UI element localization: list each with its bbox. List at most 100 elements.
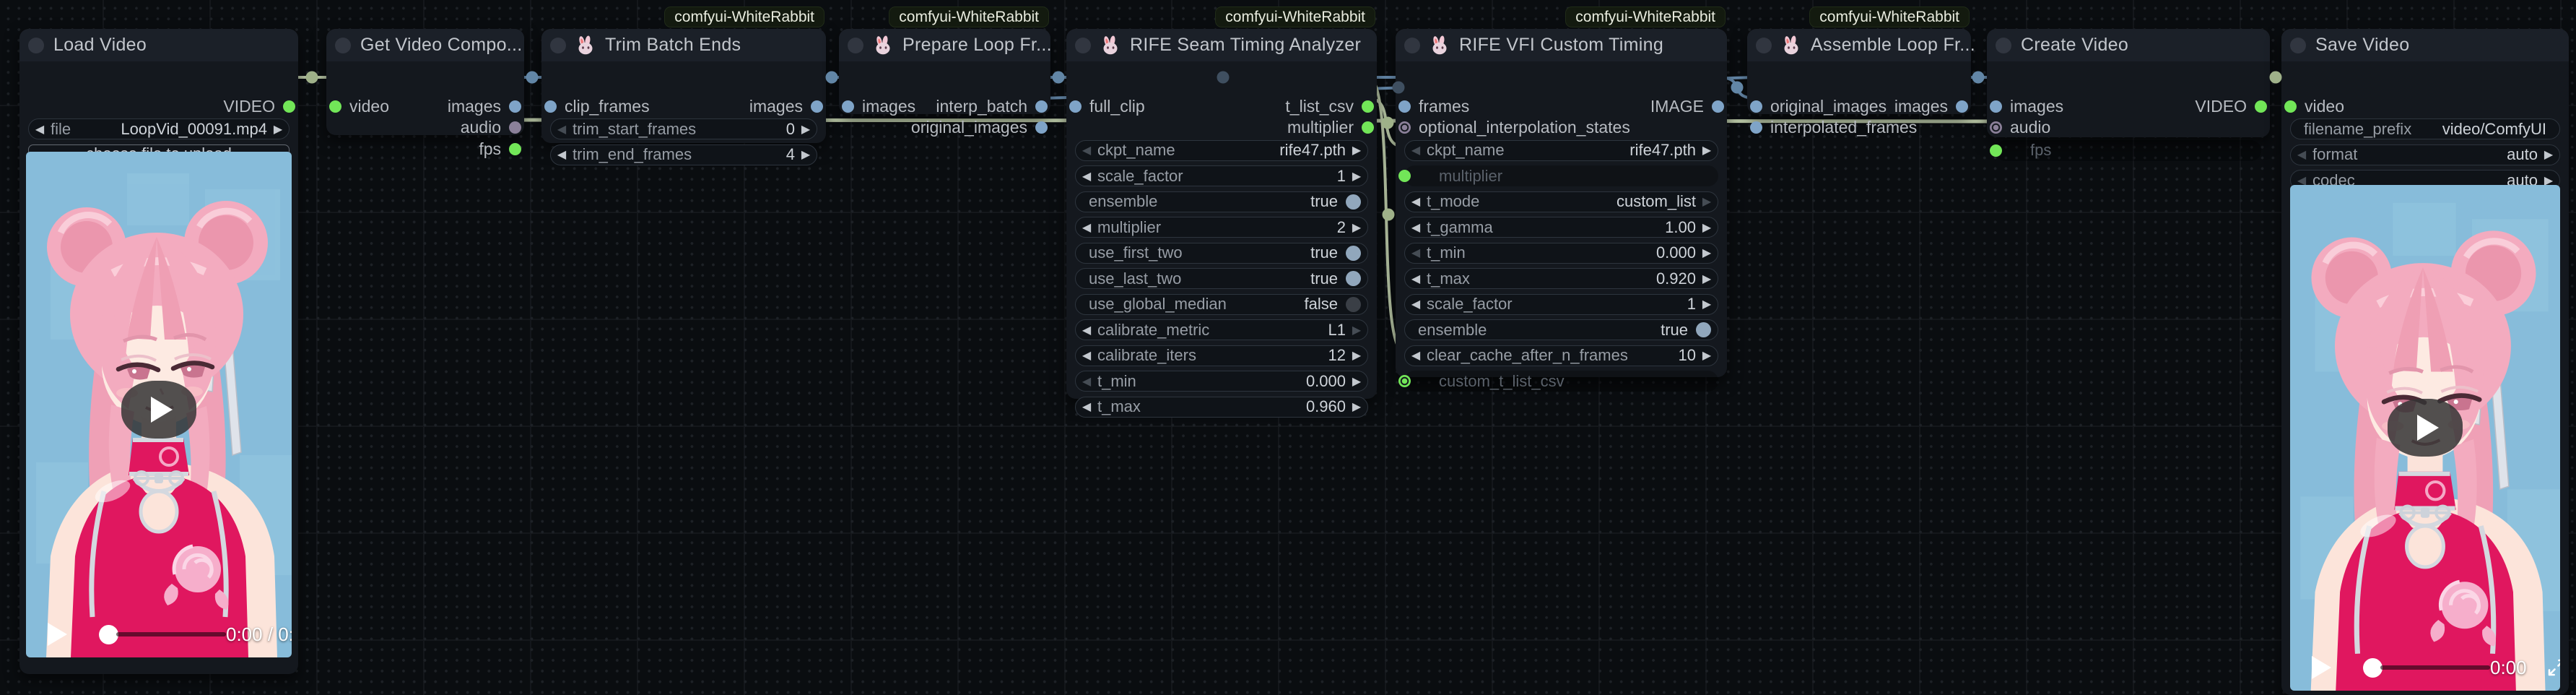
input-slot-dot-video[interactable] (329, 100, 341, 113)
decrement-arrow-icon[interactable]: ◀ (551, 147, 573, 162)
widget-multiplier[interactable]: ◀multiplier2▶ (1075, 217, 1368, 238)
output-slot-dot-IMAGE[interactable] (1712, 100, 1724, 113)
increment-arrow-icon[interactable]: ▶ (1346, 400, 1367, 414)
increment-arrow-icon[interactable]: ▶ (795, 122, 817, 137)
node-title-bar[interactable]: Assemble Loop Fr... (1747, 29, 1971, 61)
increment-arrow-icon[interactable]: ▶ (1696, 246, 1718, 260)
node-prepare-loop-frames[interactable]: comfyui-WhiteRabbitPrepare Loop Fr...ima… (839, 29, 1050, 114)
widget-ckpt_name[interactable]: ◀ckpt_namerife47.pth▶ (1404, 140, 1718, 161)
output-slot-dot-fps[interactable] (509, 143, 521, 155)
input-slot-dot-original_images[interactable] (1750, 100, 1762, 113)
increment-arrow-icon[interactable]: ▶ (1696, 348, 1718, 363)
widget-format[interactable]: ◀formatauto▶ (2290, 144, 2560, 165)
input-slot-dot-fps[interactable] (1990, 144, 2002, 157)
widget-trim_end_frames[interactable]: ◀trim_end_frames4▶ (550, 144, 817, 165)
widget-use_last_two[interactable]: use_last_twotrue (1075, 268, 1368, 289)
input-slot-dot-video[interactable] (2284, 100, 2297, 113)
widget-t_max[interactable]: ◀t_max0.960▶ (1075, 397, 1368, 418)
increment-arrow-icon[interactable]: ▶ (1346, 220, 1367, 235)
collapse-button[interactable] (1075, 38, 1091, 53)
toggle-knob[interactable] (1696, 322, 1711, 337)
increment-arrow-icon[interactable]: ▶ (1696, 272, 1718, 286)
increment-arrow-icon[interactable]: ▶ (2538, 147, 2559, 162)
scrubber-handle[interactable] (2363, 658, 2383, 678)
input-slot-dot-custom_t_list_csv[interactable] (1398, 375, 1411, 387)
widget-scale_factor[interactable]: ◀scale_factor1▶ (1404, 294, 1718, 315)
input-slot-dot-multiplier[interactable] (1398, 170, 1411, 182)
widget-ckpt_name[interactable]: ◀ckpt_namerife47.pth▶ (1075, 140, 1368, 161)
node-title-bar[interactable]: RIFE Seam Timing Analyzer (1066, 29, 1377, 61)
decrement-arrow-icon[interactable]: ◀ (1405, 143, 1427, 157)
node-assemble-loop-frames[interactable]: comfyui-WhiteRabbitAssemble Loop Fr...or… (1747, 29, 1971, 114)
collapse-button[interactable] (848, 38, 863, 53)
node-title-bar[interactable]: Create Video (1987, 29, 2270, 61)
widget-filename_prefix[interactable]: filename_prefixvideo/ComfyUI (2290, 118, 2560, 139)
node-create-video[interactable]: Create VideoimagesaudioVIDEOfps (1987, 29, 2270, 137)
increment-arrow-icon[interactable]: ▶ (1696, 297, 1718, 311)
widget-calibrate_metric[interactable]: ◀calibrate_metricL1▶ (1075, 319, 1368, 340)
input-slot-dot-audio[interactable] (1990, 121, 2002, 134)
widget-t_min[interactable]: ◀t_min0.000▶ (1404, 243, 1718, 264)
toggle-knob[interactable] (1346, 194, 1361, 210)
decrement-arrow-icon[interactable]: ◀ (2291, 147, 2312, 162)
node-title-bar[interactable]: Save Video (2281, 29, 2569, 61)
output-slot-dot-images[interactable] (811, 100, 823, 113)
decrement-arrow-icon[interactable]: ◀ (1076, 220, 1097, 235)
play-button[interactable] (2312, 656, 2331, 679)
widget-t_max[interactable]: ◀t_max0.920▶ (1404, 268, 1718, 289)
collapse-button[interactable] (1996, 38, 2011, 53)
output-slot-dot-multiplier[interactable] (1362, 121, 1374, 134)
scrubber-handle[interactable] (99, 625, 118, 644)
increment-arrow-icon[interactable]: ▶ (1346, 374, 1367, 389)
input-slot-dot-optional_interpolation_states[interactable] (1398, 121, 1411, 134)
widget-t_gamma[interactable]: ◀t_gamma1.00▶ (1404, 217, 1718, 238)
node-title-bar[interactable]: Trim Batch Ends (541, 29, 826, 61)
decrement-arrow-icon[interactable]: ◀ (1076, 169, 1097, 184)
output-slot-dot-images[interactable] (509, 100, 521, 113)
scrubber-track[interactable] (116, 632, 226, 636)
node-title-bar[interactable]: Prepare Loop Fr... (839, 29, 1050, 61)
output-slot-dot-audio[interactable] (509, 121, 521, 134)
output-slot-dot-t_list_csv[interactable] (1362, 100, 1374, 113)
node-title-bar[interactable]: Load Video (19, 29, 298, 61)
collapse-button[interactable] (2290, 38, 2306, 53)
node-load-video[interactable]: Load VideoVIDEO◀fileLoopVid_00091.mp4▶ch… (19, 29, 298, 674)
collapse-button[interactable] (335, 38, 351, 53)
increment-arrow-icon[interactable]: ▶ (1346, 143, 1367, 157)
widget-ensemble[interactable]: ensembletrue (1075, 191, 1368, 212)
widget-t_min[interactable]: ◀t_min0.000▶ (1075, 371, 1368, 392)
collapse-button[interactable] (550, 38, 566, 53)
decrement-arrow-icon[interactable]: ◀ (1076, 348, 1097, 363)
increment-arrow-icon[interactable]: ▶ (1696, 194, 1718, 209)
decrement-arrow-icon[interactable]: ◀ (1405, 272, 1427, 286)
increment-arrow-icon[interactable]: ▶ (1696, 220, 1718, 235)
input-slot-dot-frames[interactable] (1398, 100, 1411, 113)
play-overlay-button[interactable] (2388, 399, 2463, 457)
video-preview[interactable]: 0:00 (2290, 185, 2560, 691)
increment-arrow-icon[interactable]: ▶ (1346, 169, 1367, 184)
increment-arrow-icon[interactable]: ▶ (267, 122, 289, 137)
decrement-arrow-icon[interactable]: ◀ (1076, 374, 1097, 389)
increment-arrow-icon[interactable]: ▶ (1696, 143, 1718, 157)
output-slot-dot-original_images[interactable] (1035, 121, 1048, 134)
output-slot-dot-VIDEO[interactable] (283, 100, 295, 113)
decrement-arrow-icon[interactable]: ◀ (1076, 143, 1097, 157)
decrement-arrow-icon[interactable]: ◀ (551, 122, 573, 137)
widget-scale_factor[interactable]: ◀scale_factor1▶ (1075, 165, 1368, 186)
decrement-arrow-icon[interactable]: ◀ (1405, 246, 1427, 260)
collapse-button[interactable] (1756, 38, 1772, 53)
increment-arrow-icon[interactable]: ▶ (795, 147, 817, 162)
node-get-video-components[interactable]: Get Video Compo...videoimagesaudiofps (326, 29, 524, 135)
input-slot-dot-images[interactable] (842, 100, 854, 113)
widget-ensemble[interactable]: ensembletrue (1404, 319, 1718, 340)
decrement-arrow-icon[interactable]: ◀ (1405, 220, 1427, 235)
decrement-arrow-icon[interactable]: ◀ (1405, 194, 1427, 209)
increment-arrow-icon[interactable]: ▶ (1346, 323, 1367, 337)
widget-clear_cache_after_n_frames[interactable]: ◀clear_cache_after_n_frames10▶ (1404, 345, 1718, 366)
input-slot-dot-interpolated_frames[interactable] (1750, 121, 1762, 134)
decrement-arrow-icon[interactable]: ◀ (1076, 400, 1097, 414)
widget-calibrate_iters[interactable]: ◀calibrate_iters12▶ (1075, 345, 1368, 366)
input-slot-dot-images[interactable] (1990, 100, 2002, 113)
decrement-arrow-icon[interactable]: ◀ (1405, 297, 1427, 311)
output-slot-dot-images[interactable] (1956, 100, 1968, 113)
